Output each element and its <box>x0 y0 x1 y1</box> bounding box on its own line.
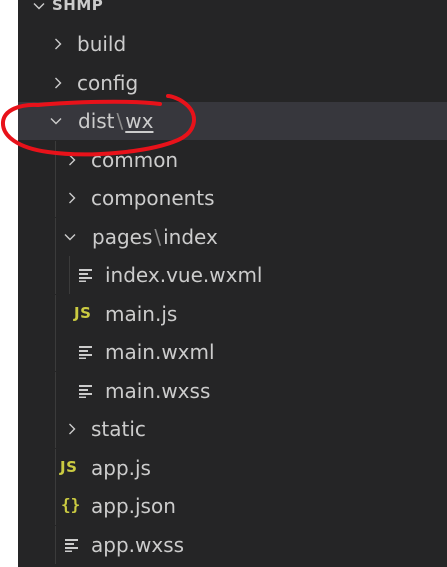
folder-segment-dist[interactable]: dist <box>78 109 115 133</box>
indent-guide <box>55 256 56 294</box>
tree-item-main-js[interactable]: JS main.js <box>18 295 447 333</box>
tree-root-shmp[interactable]: SHMP <box>18 0 447 22</box>
tree-item-components[interactable]: components <box>18 179 447 217</box>
indent-guide <box>55 449 56 487</box>
tree-item-config[interactable]: config <box>18 64 447 102</box>
javascript-file-icon: JS <box>60 458 78 476</box>
chevron-right-icon <box>65 422 79 436</box>
indent-guide <box>55 333 56 371</box>
indent-guide <box>55 487 56 525</box>
tree-item-static[interactable]: static <box>18 410 447 448</box>
chevron-down-icon <box>49 114 63 128</box>
lines-file-icon <box>78 344 94 360</box>
chevron-right-icon <box>65 153 79 167</box>
indent-guide <box>55 295 56 333</box>
folder-label: components <box>91 186 215 210</box>
file-label: app.js <box>91 456 151 480</box>
indent-guide <box>55 372 56 410</box>
file-label: main.wxss <box>105 379 211 403</box>
chevron-down-icon <box>32 0 46 13</box>
folder-segment-wx[interactable]: wx <box>125 109 153 133</box>
folder-segment-index[interactable]: index <box>163 225 218 249</box>
file-explorer: SHMP build config dist \ wx common compo… <box>18 0 447 567</box>
tree-item-pages-index[interactable]: pages \ index <box>18 218 447 256</box>
chevron-down-icon <box>63 230 77 244</box>
indent-guide <box>55 141 56 179</box>
tree-item-main-wxml[interactable]: main.wxml <box>18 333 447 371</box>
compact-folder-label: dist \ wx <box>78 109 153 133</box>
path-separator: \ <box>154 225 162 249</box>
chevron-right-icon <box>51 76 65 90</box>
indent-guide <box>55 218 56 256</box>
indent-guide <box>55 179 56 217</box>
indent-guide <box>55 410 56 448</box>
lines-file-icon <box>78 383 94 399</box>
tree-item-app-wxss[interactable]: app.wxss <box>18 526 447 564</box>
tree-item-common[interactable]: common <box>18 141 447 179</box>
javascript-file-icon: JS <box>74 304 92 322</box>
indent-guide <box>69 256 70 294</box>
file-label: index.vue.wxml <box>105 263 263 287</box>
tree-item-index-vue-wxml[interactable]: index.vue.wxml <box>18 256 447 294</box>
folder-segment-pages[interactable]: pages <box>92 225 152 249</box>
folder-label: config <box>77 71 139 95</box>
indent-guide <box>55 526 56 564</box>
tree-item-app-json[interactable]: {} app.json <box>18 487 447 525</box>
file-label: app.json <box>91 494 176 518</box>
chevron-right-icon <box>51 37 65 51</box>
lines-file-icon <box>78 267 94 283</box>
path-separator: \ <box>116 109 124 133</box>
tree-item-dist-wx[interactable]: dist \ wx <box>18 102 447 140</box>
file-label: app.wxss <box>91 533 185 557</box>
tree-item-build[interactable]: build <box>18 25 447 63</box>
json-file-icon: {} <box>61 495 81 514</box>
file-label: main.wxml <box>105 340 215 364</box>
root-folder-label: SHMP <box>52 0 104 14</box>
lines-file-icon <box>64 537 80 553</box>
folder-label: static <box>91 417 146 441</box>
compact-folder-label: pages \ index <box>92 225 218 249</box>
tree-item-app-js[interactable]: JS app.js <box>18 449 447 487</box>
tree-item-main-wxss[interactable]: main.wxss <box>18 372 447 410</box>
file-label: main.js <box>105 302 178 326</box>
folder-label: common <box>91 148 179 172</box>
chevron-right-icon <box>65 191 79 205</box>
folder-label: build <box>77 32 127 56</box>
